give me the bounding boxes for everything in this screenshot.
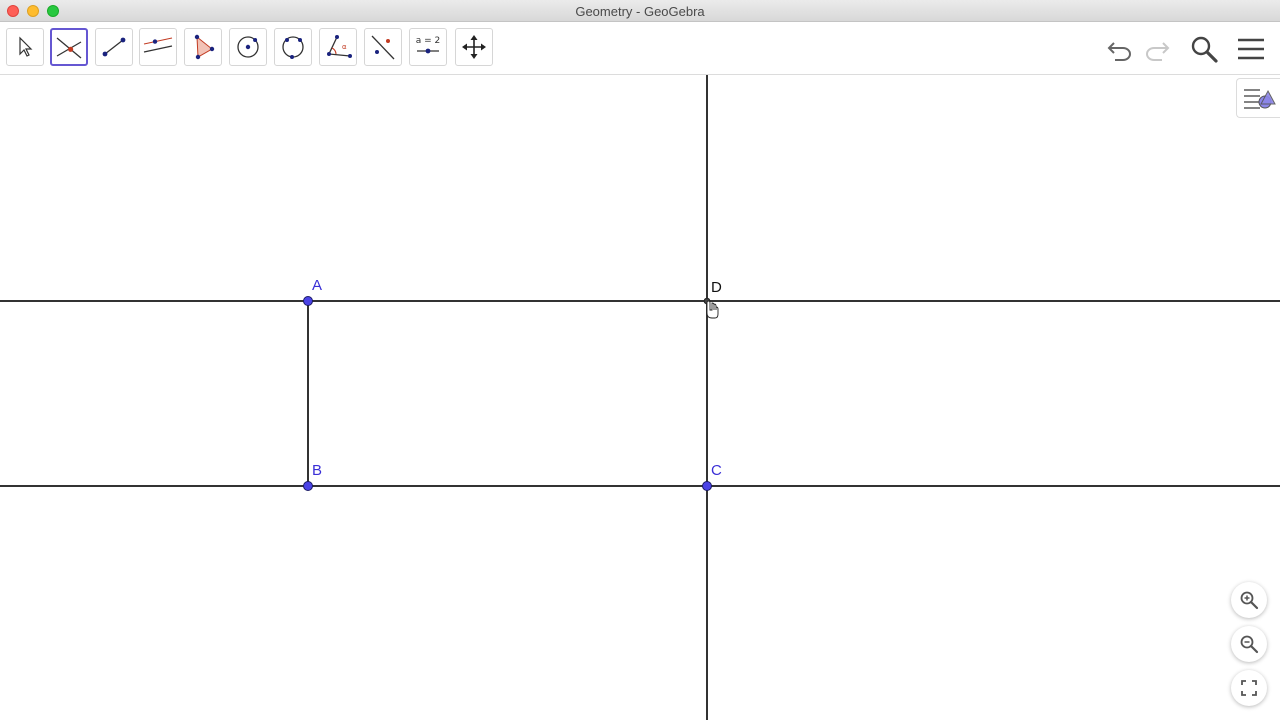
segment-tool-button[interactable] — [95, 28, 133, 66]
main-menu-button[interactable] — [1235, 34, 1267, 64]
point-c[interactable] — [702, 481, 712, 491]
toolbar: α a = 2 — [0, 22, 1280, 75]
undo-button[interactable] — [1104, 34, 1136, 64]
intersect-tool-button[interactable] — [50, 28, 88, 66]
point-a[interactable] — [303, 296, 313, 306]
search-button[interactable] — [1188, 34, 1220, 64]
polygon-icon — [194, 34, 215, 60]
fullscreen-icon — [1241, 680, 1257, 696]
title-bar: Geometry - GeoGebra — [0, 0, 1280, 22]
zoom-out-icon — [1240, 635, 1259, 654]
intersect-icon — [56, 37, 82, 59]
move-cross-icon — [462, 35, 486, 59]
zoom-in-button[interactable] — [1231, 582, 1267, 618]
parallel-line-icon — [143, 37, 173, 53]
reflect-tool-button[interactable] — [364, 28, 402, 66]
redo-button[interactable] — [1141, 34, 1173, 64]
angle-icon: α — [327, 35, 352, 58]
reflect-line-icon — [371, 35, 395, 60]
hamburger-menu-icon — [1238, 38, 1264, 60]
point-label-b: B — [312, 462, 323, 479]
graphics-view[interactable] — [0, 75, 1280, 720]
svg-text:α: α — [342, 43, 347, 51]
circle-three-points-tool-button[interactable] — [274, 28, 312, 66]
search-icon — [1191, 36, 1218, 63]
point-label-d: D — [711, 279, 722, 296]
circle-center-point-tool-button[interactable] — [229, 28, 267, 66]
angle-tool-button[interactable]: α — [319, 28, 357, 66]
window-title: Geometry - GeoGebra — [575, 4, 705, 19]
zoom-in-icon — [1240, 591, 1259, 610]
circle-three-points-icon — [282, 36, 304, 59]
fullscreen-button[interactable] — [1231, 670, 1267, 706]
move-tool-button[interactable] — [6, 28, 44, 66]
hand-cursor-icon — [706, 300, 719, 319]
segment-icon — [102, 37, 126, 57]
slider-tool-label: a = 2 — [416, 36, 441, 46]
circle-center-icon — [237, 36, 259, 58]
zoom-out-button[interactable] — [1231, 626, 1267, 662]
point-label-a: A — [312, 277, 323, 294]
style-bar-icon — [1243, 89, 1276, 109]
redo-icon — [1146, 42, 1170, 61]
slider-icon: a = 2 — [416, 36, 441, 54]
arrow-pointer-icon — [19, 36, 33, 57]
point-b[interactable] — [303, 481, 313, 491]
parallel-line-tool-button[interactable] — [139, 28, 177, 66]
polygon-tool-button[interactable] — [184, 28, 222, 66]
slider-tool-button[interactable]: a = 2 — [409, 28, 447, 66]
style-bar-toggle-button[interactable] — [1236, 78, 1280, 118]
point-label-c: C — [711, 462, 722, 479]
undo-icon — [1107, 42, 1131, 61]
move-graphics-tool-button[interactable] — [455, 28, 493, 66]
